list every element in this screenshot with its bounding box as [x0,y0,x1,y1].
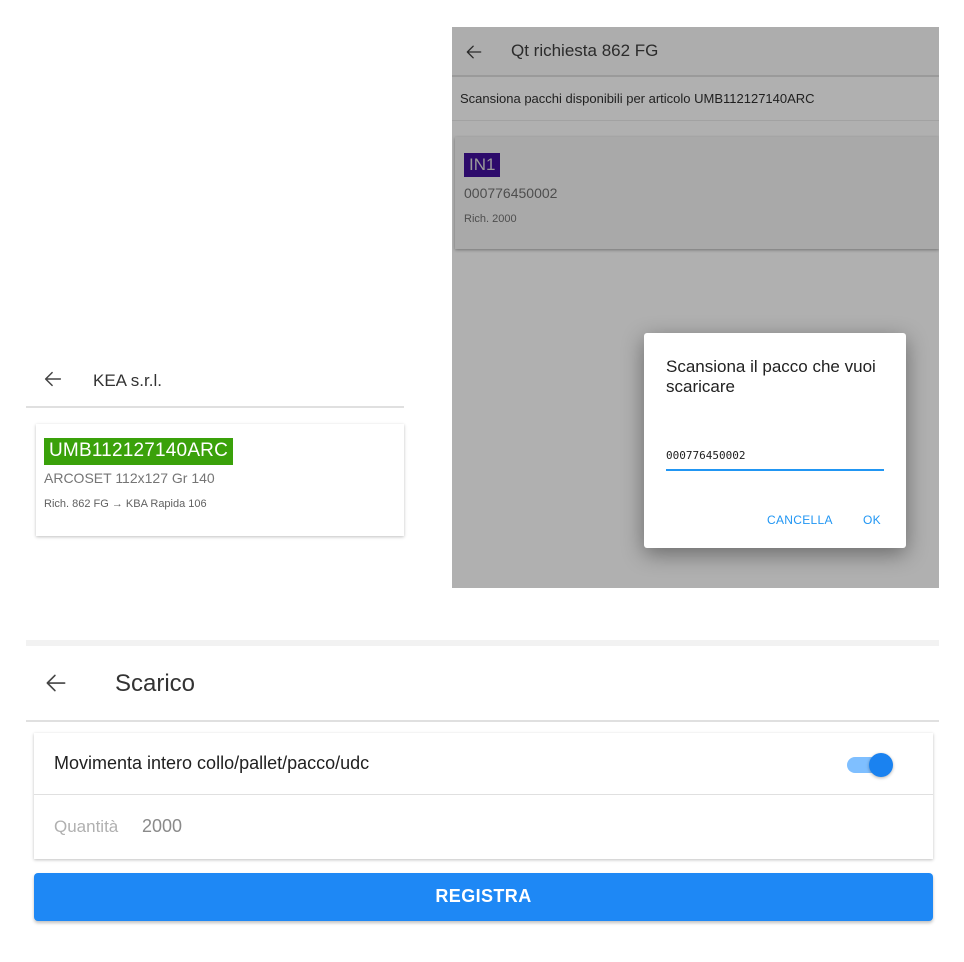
kea-header: KEA s.r.l. [26,352,404,408]
arrow-left-icon[interactable] [43,670,69,696]
package-number: 000776450002 [464,185,558,201]
quantity-row: Quantità [34,795,933,859]
quantity-label: Quantità [54,817,119,836]
toggle-row: Movimenta intero collo/pallet/pacco/udc [34,733,933,795]
quantity-input[interactable] [142,813,442,839]
article-description: ARCOSET 112x127 Gr 140 [44,470,215,486]
toggle-label: Movimenta intero collo/pallet/pacco/udc [54,753,370,773]
dialog-title: Scansiona il pacco che vuoi scaricare [666,357,876,396]
scan-dialog: Scansiona il pacco che vuoi scaricare CA… [644,333,906,548]
cancel-button[interactable]: CANCELLA [767,513,833,527]
page-title: Scarico [115,670,196,697]
page-title: Qt richiesta 862 FG [511,41,659,60]
article-request: Rich. 862 FG → KBA Rapida 106 [44,498,207,510]
ok-button[interactable]: OK [863,513,881,527]
registra-button[interactable]: REGISTRA [34,873,933,921]
article-card[interactable]: UMB112127140ARC ARCOSET 112x127 Gr 140 R… [36,424,404,536]
move-whole-toggle[interactable] [847,753,897,777]
scarico-form-card: Movimenta intero collo/pallet/pacco/udc … [34,733,933,859]
arrow-left-icon[interactable] [42,368,64,390]
page-title: KEA s.r.l. [93,371,162,390]
request-header: Qt richiesta 862 FG [452,27,939,77]
article-code-badge: UMB112127140ARC [44,438,234,465]
scarico-header: Scarico [26,646,939,722]
arrow-left-icon[interactable] [464,42,484,62]
request-subtitle: Scansiona pacchi disponibili per articol… [452,79,939,121]
scan-input[interactable] [666,441,884,471]
toggle-thumb [869,753,893,777]
subtitle-text: Scansiona pacchi disponibili per articol… [460,91,815,106]
package-request: Rich. 2000 [464,213,517,225]
package-code-badge: IN1 [464,153,501,177]
package-card[interactable]: IN1 000776450002 Rich. 2000 [455,137,939,249]
